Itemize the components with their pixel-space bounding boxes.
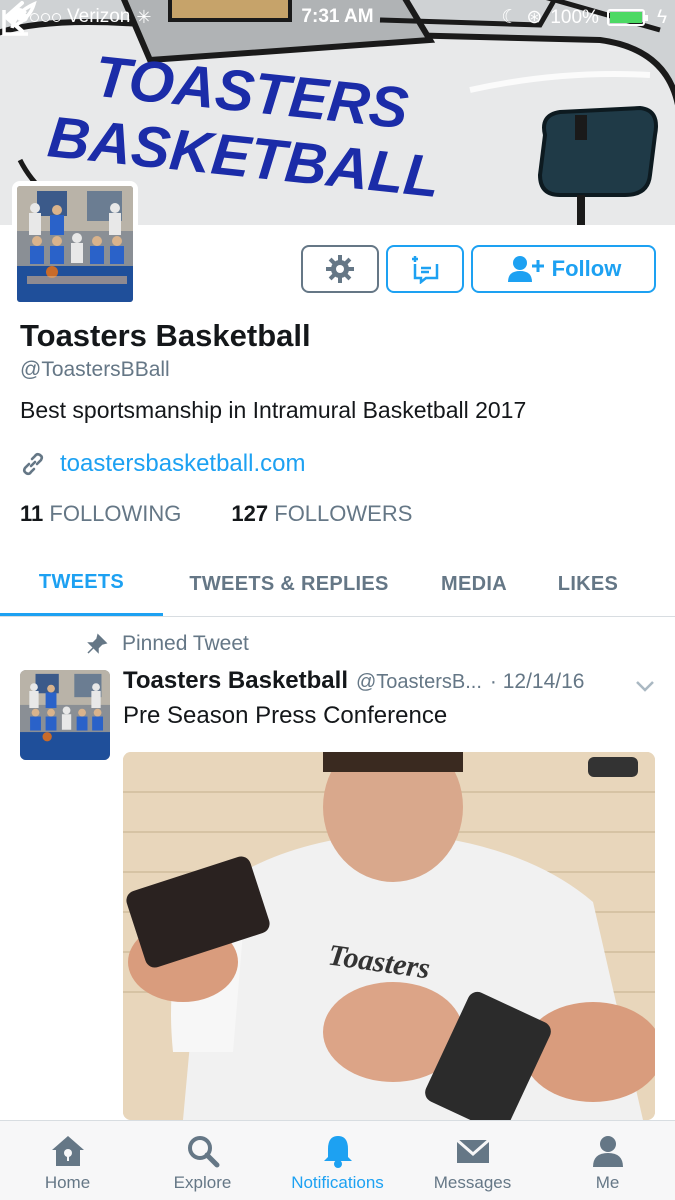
- rotation-lock-icon: ⊛: [526, 7, 543, 28]
- follow-label: Follow: [551, 256, 622, 281]
- battery-icon: [606, 9, 648, 26]
- moon-icon: ☾: [501, 7, 519, 28]
- website-link[interactable]: toastersbasketball.com: [60, 450, 305, 478]
- nav-me-label: Me: [595, 1173, 620, 1192]
- nav-explore[interactable]: Explore: [135, 1121, 270, 1200]
- follow-button[interactable]: Follow: [471, 245, 656, 293]
- nav-home[interactable]: Home: [0, 1121, 135, 1200]
- bottom-navigation: Home Explore Notifications Messages Me: [0, 1120, 675, 1200]
- share-icon[interactable]: [0, 0, 38, 38]
- profile-handle: @ToastersBBall: [20, 358, 170, 381]
- settings-button[interactable]: [301, 245, 379, 293]
- profile-avatar[interactable]: [12, 181, 138, 307]
- nav-explore-label: Explore: [173, 1173, 232, 1192]
- battery-percent: 100%: [550, 6, 599, 28]
- search-icon: [187, 1136, 219, 1168]
- tweet-handle[interactable]: @ToastersB...: [356, 671, 482, 694]
- nav-notifications[interactable]: Notifications: [270, 1121, 405, 1200]
- add-user-icon: [507, 256, 544, 282]
- pin-icon: [87, 633, 108, 654]
- tab-media[interactable]: MEDIA: [420, 552, 528, 616]
- nav-me[interactable]: Me: [540, 1121, 675, 1200]
- nav-notifications-label: Notifications: [291, 1173, 384, 1192]
- person-icon: [592, 1136, 623, 1167]
- profile-website[interactable]: toastersbasketball.com: [20, 450, 305, 478]
- profile-bio: Best sportsmanship in Intramural Basketb…: [20, 397, 527, 423]
- nav-home-label: Home: [44, 1173, 91, 1192]
- followers-count: 127: [231, 501, 269, 526]
- envelope-icon: [455, 1138, 490, 1163]
- bell-icon: [323, 1136, 352, 1168]
- link-icon: [22, 452, 44, 476]
- tweet-author[interactable]: Toasters Basketball: [123, 667, 348, 695]
- gear-icon: [326, 255, 354, 283]
- add-to-list-button[interactable]: [386, 245, 464, 293]
- followers-stat[interactable]: 127 FOLLOWERS: [231, 501, 412, 527]
- tweet-header: Toasters Basketball @ToastersB... · 12/1…: [123, 667, 663, 695]
- tweet-avatar[interactable]: [20, 670, 110, 760]
- list-add-icon: [412, 256, 439, 284]
- tab-tweets[interactable]: TWEETS: [0, 552, 163, 616]
- profile-tabs: TWEETS TWEETS & REPLIES MEDIA LIKES: [0, 552, 675, 617]
- tweet-text: Pre Season Press Conference: [123, 702, 448, 729]
- charging-icon: ϟ: [656, 6, 667, 28]
- chevron-down-icon[interactable]: [635, 680, 655, 692]
- nav-messages[interactable]: Messages: [405, 1121, 540, 1200]
- tab-tweets-replies[interactable]: TWEETS & REPLIES: [170, 552, 408, 616]
- tweet-media-video[interactable]: Toasters: [123, 752, 655, 1120]
- following-count: 11: [20, 501, 44, 526]
- following-label: FOLLOWING: [49, 501, 182, 526]
- pinned-label: Pinned Tweet: [122, 632, 249, 655]
- home-icon: [51, 1136, 84, 1166]
- tweet-date: · 12/14/16: [489, 670, 585, 693]
- following-stat[interactable]: 11 FOLLOWING: [20, 501, 181, 527]
- followers-label: FOLLOWERS: [274, 501, 413, 526]
- pinned-indicator: Pinned Tweet: [86, 632, 249, 656]
- profile-stats: 11 FOLLOWING 127 FOLLOWERS: [20, 501, 412, 527]
- tab-likes[interactable]: LIKES: [540, 552, 636, 616]
- profile-name: Toasters Basketball: [20, 318, 311, 353]
- status-bar: Verizon ✳ 7:31 AM ☾ ⊛ 100% ϟ: [0, 0, 675, 36]
- nav-messages-label: Messages: [433, 1173, 512, 1192]
